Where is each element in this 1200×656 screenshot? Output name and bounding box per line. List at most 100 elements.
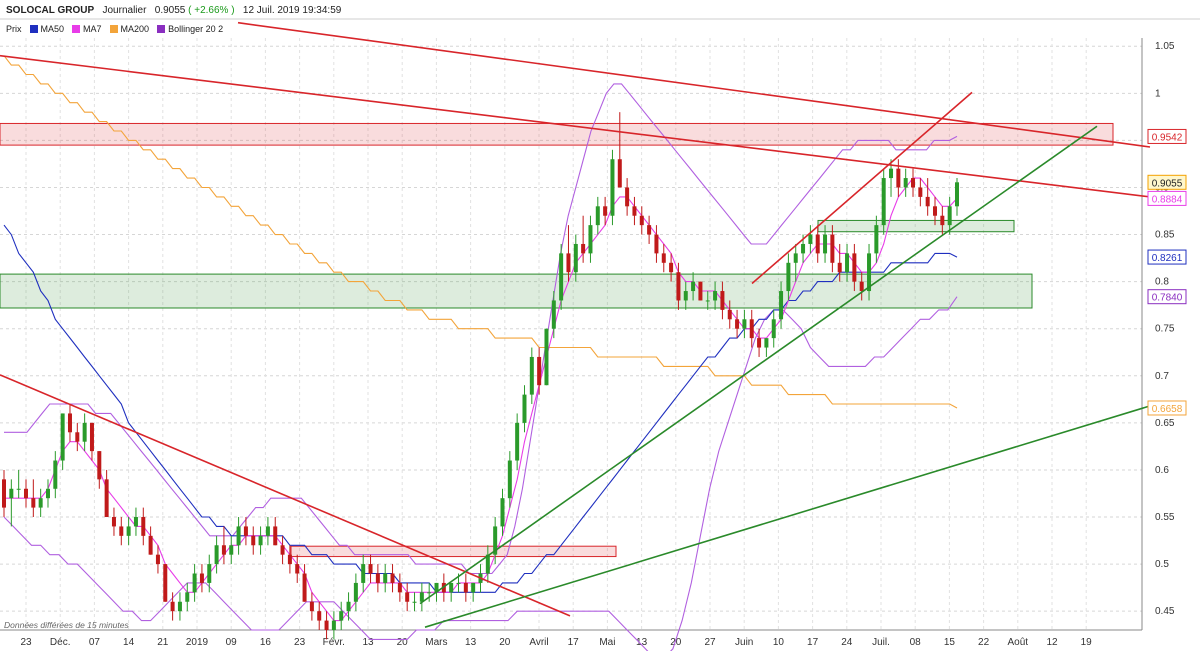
candle-body xyxy=(273,526,278,546)
candle-body xyxy=(771,319,776,339)
candle-body xyxy=(397,582,402,593)
candle-body xyxy=(258,535,263,546)
candle-body xyxy=(852,253,857,282)
candle-body xyxy=(573,243,578,273)
x-tick-label: 10 xyxy=(773,637,785,648)
candle-body xyxy=(617,159,622,188)
candle-body xyxy=(251,535,256,546)
legend-label: MA200 xyxy=(120,24,150,34)
candle-body xyxy=(639,215,644,226)
candle-body xyxy=(317,611,322,621)
candle-body xyxy=(331,620,336,630)
legend-swatch xyxy=(72,25,81,33)
candle-body xyxy=(23,488,28,499)
legend-label: MA7 xyxy=(83,24,102,34)
candle-body xyxy=(449,582,454,593)
x-tick-label: 22 xyxy=(978,637,990,648)
y-tick-label: 1 xyxy=(1155,88,1161,99)
candle-body xyxy=(353,582,358,602)
legend-label: Bollinger 20 2 xyxy=(168,24,224,34)
candle-body xyxy=(749,319,754,339)
y-tick-label: 0.6 xyxy=(1155,465,1169,476)
candle-body xyxy=(859,281,864,292)
x-tick-label: 14 xyxy=(123,637,135,648)
candle-body xyxy=(361,564,366,583)
legend-item-ma7[interactable]: MA7 xyxy=(72,24,102,34)
candle-body xyxy=(837,262,842,273)
candle-body xyxy=(104,479,109,518)
candle-body xyxy=(705,300,710,302)
x-tick-label: 15 xyxy=(944,637,956,648)
candle-body xyxy=(529,356,534,395)
x-tick-label: 16 xyxy=(260,637,272,648)
x-tick-label: Mai xyxy=(599,637,615,648)
candle-body xyxy=(925,196,930,207)
candle-body xyxy=(339,611,344,621)
x-tick-label: 24 xyxy=(841,637,853,648)
candle-body xyxy=(720,291,725,310)
candle-body xyxy=(779,291,784,320)
legend-label: Prix xyxy=(6,24,22,34)
candle-body xyxy=(947,206,952,226)
candle-body xyxy=(368,564,373,574)
candle-body xyxy=(280,545,285,555)
candle-body xyxy=(148,535,153,555)
zone-rect xyxy=(290,545,617,558)
x-tick-label: Juil. xyxy=(872,637,890,648)
candle-body xyxy=(683,291,688,301)
legend-item-ma50[interactable]: MA50 xyxy=(29,24,64,34)
y-tick-label: 0.45 xyxy=(1155,606,1175,617)
candle-body xyxy=(676,272,681,301)
candle-body xyxy=(632,206,637,216)
x-tick-label: 27 xyxy=(704,637,716,648)
candle-body xyxy=(155,554,160,565)
x-tick-label: 13 xyxy=(636,637,648,648)
chart-legend: Prix MA50 MA7 MA200 Bollinger 20 2 xyxy=(6,24,231,34)
x-tick-label: 07 xyxy=(89,637,101,648)
legend-item-price[interactable]: Prix xyxy=(6,24,22,34)
candle-body xyxy=(537,356,542,386)
candle-body xyxy=(16,488,21,490)
candle-body xyxy=(287,554,292,565)
x-tick-label: 23 xyxy=(294,637,306,648)
candle-body xyxy=(383,573,388,583)
x-tick-label: 13 xyxy=(465,637,477,648)
x-tick-label: 17 xyxy=(807,637,819,648)
candle-body xyxy=(933,206,938,216)
delay-note: Données différées de 15 minutes xyxy=(4,620,129,630)
chart-header: SOLOCAL GROUP Journalier 0.9055 ( +2.66%… xyxy=(6,5,341,16)
candle-body xyxy=(595,206,600,226)
candle-body xyxy=(830,234,835,263)
candle-body xyxy=(691,281,696,292)
candle-body xyxy=(170,601,175,612)
x-tick-label: 13 xyxy=(362,637,374,648)
price-change: ( +2.66% ) xyxy=(188,5,235,16)
candle-body xyxy=(45,488,50,499)
candle-body xyxy=(38,498,43,508)
x-tick-label: 12 xyxy=(1046,637,1058,648)
candle-body xyxy=(742,319,747,329)
candle-body xyxy=(229,545,234,555)
y-tick-label: 0.85 xyxy=(1155,230,1175,241)
candle-body xyxy=(661,253,666,263)
legend-item-bollinger[interactable]: Bollinger 20 2 xyxy=(157,24,223,34)
candle-body xyxy=(375,573,380,583)
last-value-label: 0.9542 xyxy=(1152,132,1183,143)
candle-body xyxy=(236,526,241,546)
legend-item-ma200[interactable]: MA200 xyxy=(109,24,150,34)
legend-swatch xyxy=(157,25,166,33)
candle-body xyxy=(82,422,87,442)
candle-body xyxy=(896,168,901,188)
candle-body xyxy=(221,545,226,555)
candle-body xyxy=(346,601,351,612)
price-chart[interactable]: 1.0510.950.90.850.80.750.70.650.60.550.5… xyxy=(0,0,1200,656)
candle-body xyxy=(141,517,146,536)
zone-rect xyxy=(0,122,1114,146)
y-tick-label: 0.5 xyxy=(1155,559,1169,570)
candle-body xyxy=(60,413,65,461)
candle-body xyxy=(713,291,718,301)
candle-body xyxy=(199,573,204,583)
candle-body xyxy=(163,564,168,602)
candle-body xyxy=(31,498,36,508)
candle-body xyxy=(727,309,732,320)
